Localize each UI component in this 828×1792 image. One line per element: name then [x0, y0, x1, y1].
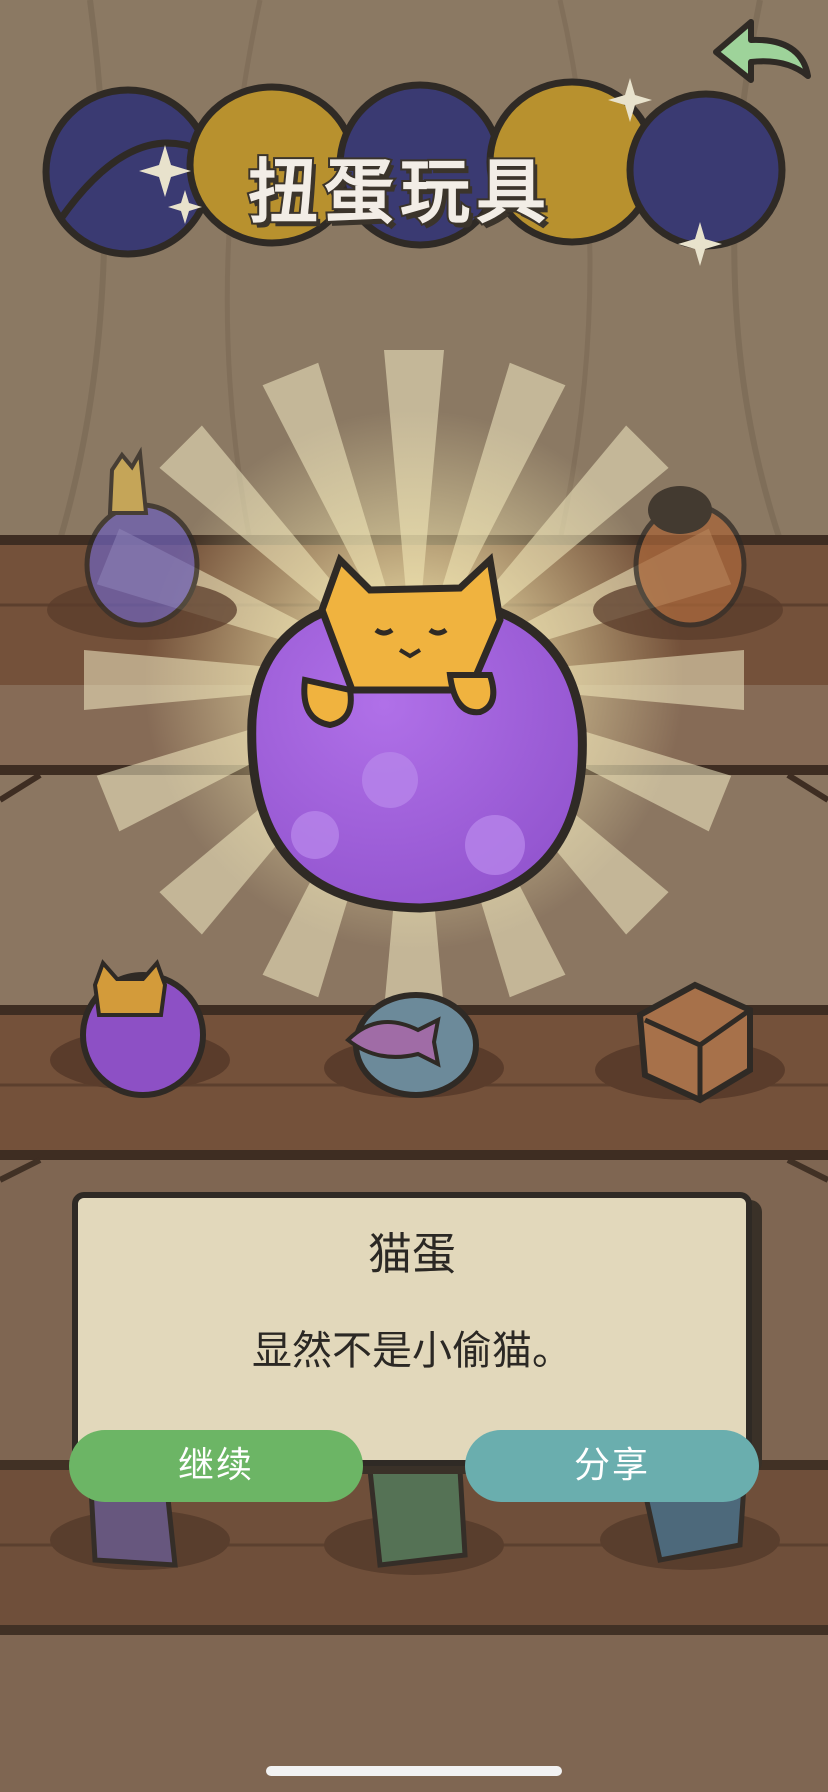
dialog-description: 显然不是小偷猫。	[252, 1328, 572, 1374]
share-button[interactable]: 分享	[465, 1430, 759, 1502]
continue-button[interactable]: 继续	[69, 1430, 363, 1502]
result-dialog: 猫蛋 显然不是小偷猫。	[72, 1192, 752, 1466]
game-scene	[0, 0, 828, 1792]
page-title: 扭蛋玩具	[246, 149, 552, 235]
dialog-title: 猫蛋	[368, 1229, 456, 1280]
back-arrow-icon[interactable]	[706, 14, 816, 98]
home-indicator[interactable]	[266, 1766, 562, 1776]
